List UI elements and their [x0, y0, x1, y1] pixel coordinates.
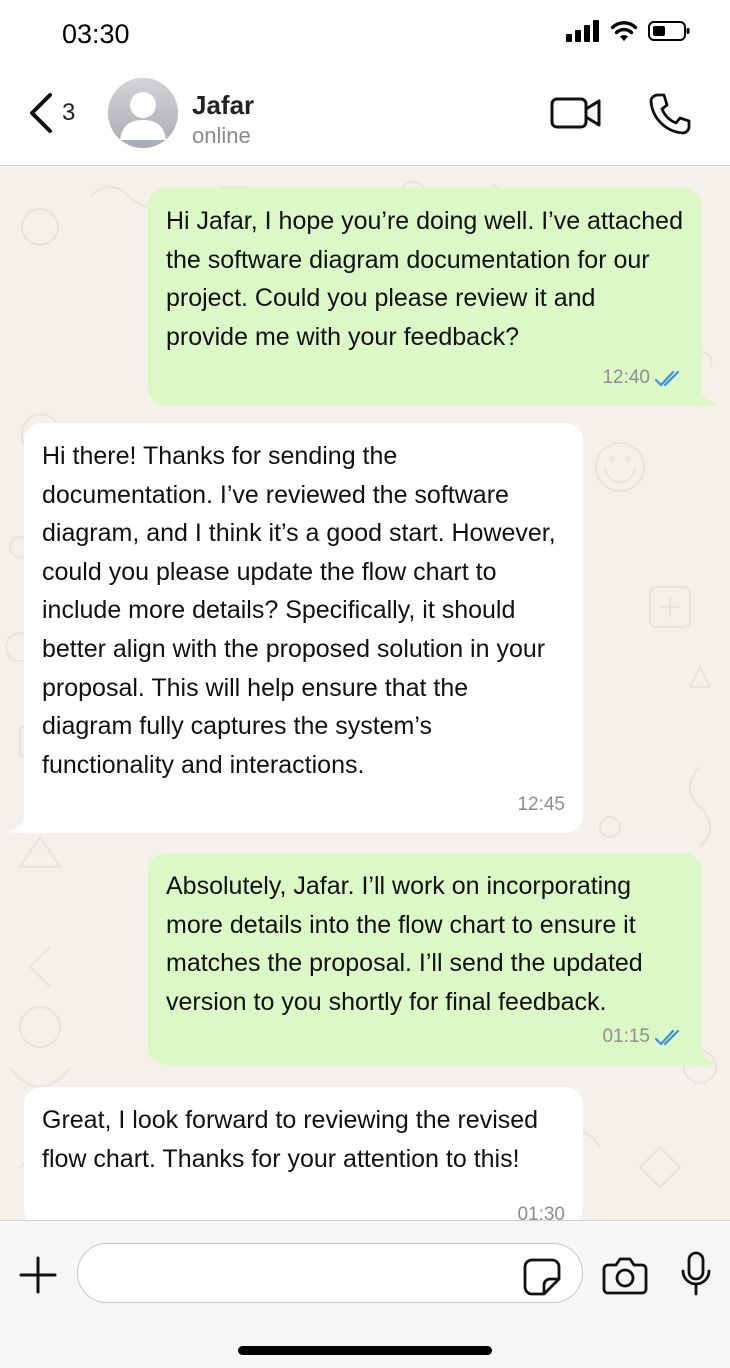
status-bar: 03:30 — [0, 0, 730, 66]
avatar[interactable] — [108, 78, 178, 148]
message-text: Hi there! Thanks for sending the documen… — [42, 442, 556, 779]
message-meta: 12:40 — [602, 359, 684, 398]
contact-name[interactable]: Jafar — [192, 90, 254, 121]
bubble-tail — [8, 816, 36, 834]
chevron-left-icon — [30, 93, 52, 133]
plus-icon — [19, 1256, 57, 1294]
message-time: 12:40 — [602, 367, 650, 389]
composer-bar — [0, 1220, 730, 1368]
double-check-icon — [654, 370, 680, 386]
message-time: 01:15 — [602, 1026, 650, 1048]
contact-status: online — [192, 123, 251, 148]
video-camera-icon — [550, 97, 601, 129]
video-call-button[interactable] — [550, 96, 602, 135]
message-bubble-outgoing[interactable]: Absolutely, Jafar. I’ll work on incorpor… — [148, 853, 702, 1065]
wifi-icon — [610, 21, 638, 41]
voice-call-button[interactable] — [648, 92, 692, 141]
home-indicator — [238, 1346, 492, 1355]
message-time: 12:45 — [517, 794, 565, 816]
message-text: Hi Jafar, I hope you’re doing well. I’ve… — [166, 207, 683, 351]
message-meta: 01:15 — [602, 1018, 684, 1057]
message-input[interactable] — [77, 1243, 583, 1303]
camera-button[interactable] — [602, 1255, 648, 1300]
back-button[interactable]: 3 — [26, 92, 75, 134]
double-check-icon — [654, 1029, 680, 1045]
status-icons — [566, 20, 690, 42]
chat-header: 3 Jafar online — [0, 66, 730, 166]
message-text: Great, I look forward to reviewing the r… — [42, 1106, 539, 1173]
microphone-button[interactable] — [680, 1251, 712, 1302]
battery-icon — [648, 21, 690, 41]
microphone-icon — [681, 1251, 711, 1296]
attach-button[interactable] — [18, 1255, 58, 1300]
message-meta: 12:45 — [517, 786, 565, 825]
message-text: Absolutely, Jafar. I’ll work on incorpor… — [166, 872, 643, 1016]
bubble-tail — [690, 389, 718, 407]
chat-area[interactable]: Hi Jafar, I hope you’re doing well. I’ve… — [0, 167, 730, 1220]
message-meta: 01:30 — [517, 1196, 565, 1220]
signal-icon — [566, 20, 599, 42]
message-bubble-incoming[interactable]: Great, I look forward to reviewing the r… — [24, 1087, 583, 1220]
bubble-tail — [690, 1048, 718, 1066]
sticker-icon — [523, 1258, 561, 1296]
message-bubble-outgoing[interactable]: Hi Jafar, I hope you’re doing well. I’ve… — [148, 188, 702, 406]
message-bubble-incoming[interactable]: Hi there! Thanks for sending the documen… — [24, 423, 583, 833]
user-silhouette-icon — [108, 78, 178, 148]
unread-count: 3 — [62, 99, 76, 126]
status-time: 03:30 — [62, 19, 130, 49]
message-time: 01:30 — [517, 1204, 565, 1220]
sticker-button[interactable] — [522, 1257, 562, 1302]
camera-icon — [602, 1257, 648, 1295]
phone-icon — [649, 93, 691, 135]
